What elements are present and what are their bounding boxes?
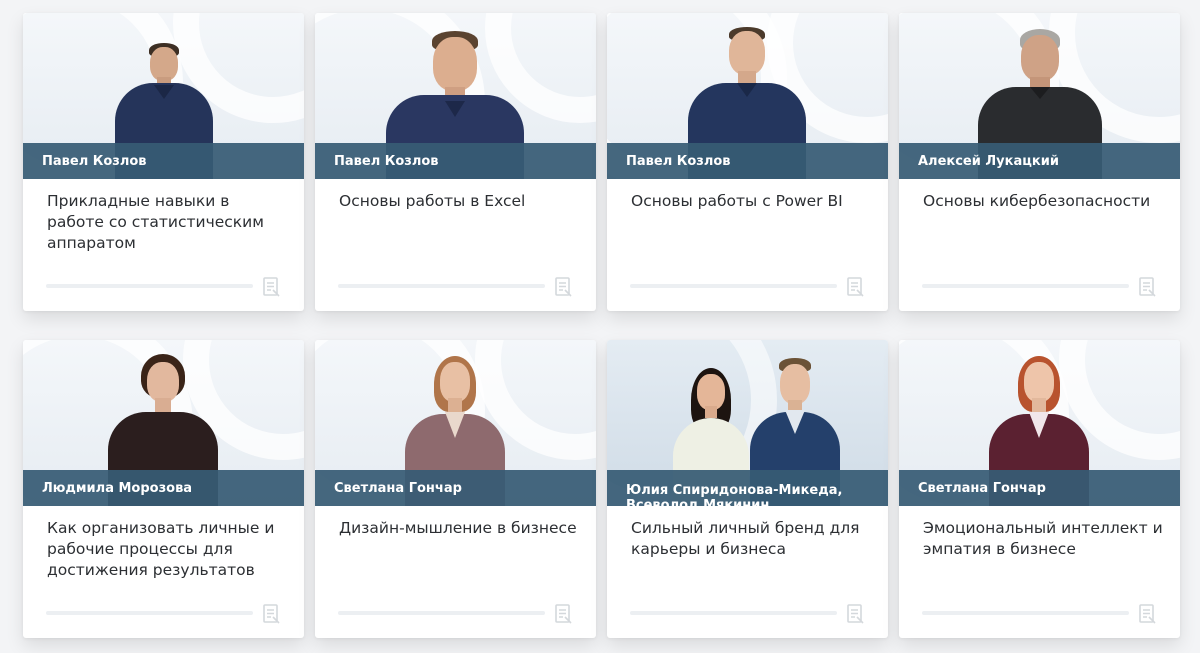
course-grid: Павел Козлов Прикладные навыки в работе … [0,0,1200,653]
progress-bar [46,611,253,615]
author-name-line1: Юлия Спиридонова-Микеда, [626,483,843,498]
course-title[interactable]: Основы кибербезопасности [923,191,1163,212]
course-title[interactable]: Прикладные навыки в работе со статистиче… [47,191,287,254]
document-icon [263,277,280,297]
progress-bar [338,284,545,288]
author-name: Павел Козлов [23,143,304,179]
document-icon [1139,604,1156,624]
document-icon [1139,277,1156,297]
course-card[interactable]: Павел Козлов Основы работы с Power BI [607,13,888,311]
course-card[interactable]: Светлана Гончар Эмоциональный интеллект … [899,340,1180,638]
progress-bar [630,611,837,615]
course-title[interactable]: Основы работы в Excel [339,191,579,212]
document-icon [263,604,280,624]
progress-bar [46,284,253,288]
course-title[interactable]: Эмоциональный интеллект и эмпатия в бизн… [923,518,1163,560]
progress-bar [922,284,1129,288]
course-card[interactable]: Юлия Спиридонова-Микеда, Всеволод Мякини… [607,340,888,638]
course-card[interactable]: Павел Козлов Основы работы в Excel [315,13,596,311]
progress-bar [630,284,837,288]
document-icon [847,277,864,297]
document-icon [847,604,864,624]
author-name: Алексей Лукацкий [899,143,1180,179]
course-card[interactable]: Павел Козлов Прикладные навыки в работе … [23,13,304,311]
course-title[interactable]: Как организовать личные и рабочие процес… [47,518,287,581]
document-icon [555,604,572,624]
course-title[interactable]: Дизайн-мышление в бизнесе [339,518,579,539]
course-card[interactable]: Светлана Гончар Дизайн-мышление в бизнес… [315,340,596,638]
course-title[interactable]: Основы работы с Power BI [631,191,871,212]
course-card[interactable]: Алексей Лукацкий Основы кибербезопасност… [899,13,1180,311]
course-title[interactable]: Сильный личный бренд для карьеры и бизне… [631,518,871,560]
author-name-line2: Всеволод Мякинин [626,498,770,506]
author-name: Павел Козлов [315,143,596,179]
document-icon [555,277,572,297]
course-card[interactable]: Людмила Морозова Как организовать личные… [23,340,304,638]
author-name: Павел Козлов [607,143,888,179]
author-name: Светлана Гончар [315,470,596,506]
progress-bar [922,611,1129,615]
author-name: Юлия Спиридонова-Микеда, Всеволод Мякини… [607,470,888,506]
author-name: Людмила Морозова [23,470,304,506]
progress-bar [338,611,545,615]
author-name: Светлана Гончар [899,470,1180,506]
